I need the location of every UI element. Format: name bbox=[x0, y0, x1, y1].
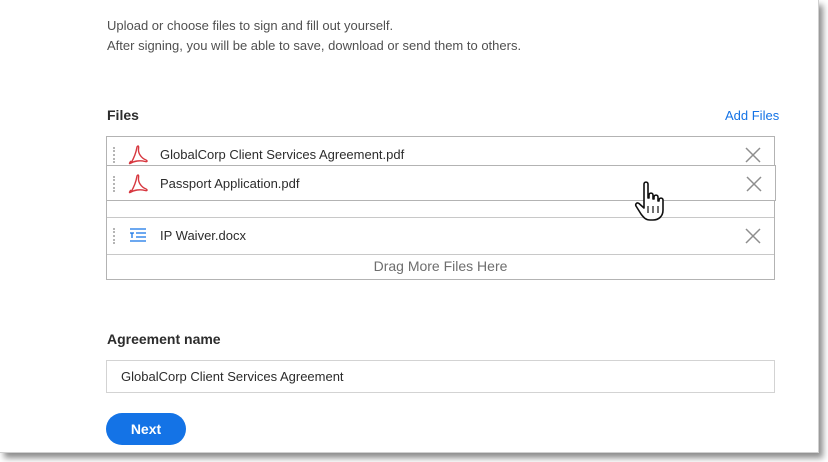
add-files-panel: Upload or choose files to sign and fill … bbox=[0, 0, 819, 453]
file-name: Passport Application.pdf bbox=[160, 176, 300, 191]
close-icon[interactable] bbox=[745, 175, 763, 193]
close-icon[interactable] bbox=[744, 227, 762, 245]
intro-text: Upload or choose files to sign and fill … bbox=[107, 16, 521, 56]
document-icon bbox=[130, 228, 146, 242]
intro-line-2: After signing, you will be able to save,… bbox=[107, 38, 522, 53]
close-icon[interactable] bbox=[744, 146, 762, 164]
pdf-icon bbox=[128, 174, 148, 194]
files-label: Files bbox=[107, 107, 139, 123]
drag-handle[interactable] bbox=[113, 228, 118, 244]
file-name: IP Waiver.docx bbox=[160, 228, 246, 243]
pdf-icon bbox=[128, 145, 148, 165]
agreement-name-label: Agreement name bbox=[107, 331, 221, 347]
hand-cursor-icon bbox=[634, 181, 664, 221]
drag-handle[interactable] bbox=[113, 147, 118, 163]
file-row-dragging[interactable]: Passport Application.pdf bbox=[106, 165, 776, 201]
file-name: GlobalCorp Client Services Agreement.pdf bbox=[160, 147, 405, 162]
agreement-name-input[interactable]: GlobalCorp Client Services Agreement bbox=[106, 360, 775, 393]
file-list[interactable]: GlobalCorp Client Services Agreement.pdf… bbox=[106, 136, 776, 280]
intro-line-1: Upload or choose files to sign and fill … bbox=[107, 18, 394, 33]
add-files-link[interactable]: Add Files bbox=[725, 108, 779, 123]
next-button[interactable]: Next bbox=[106, 413, 186, 445]
drop-zone[interactable]: Drag More Files Here bbox=[107, 254, 774, 279]
drag-handle[interactable] bbox=[113, 176, 118, 192]
file-row[interactable]: IP Waiver.docx bbox=[107, 217, 774, 253]
